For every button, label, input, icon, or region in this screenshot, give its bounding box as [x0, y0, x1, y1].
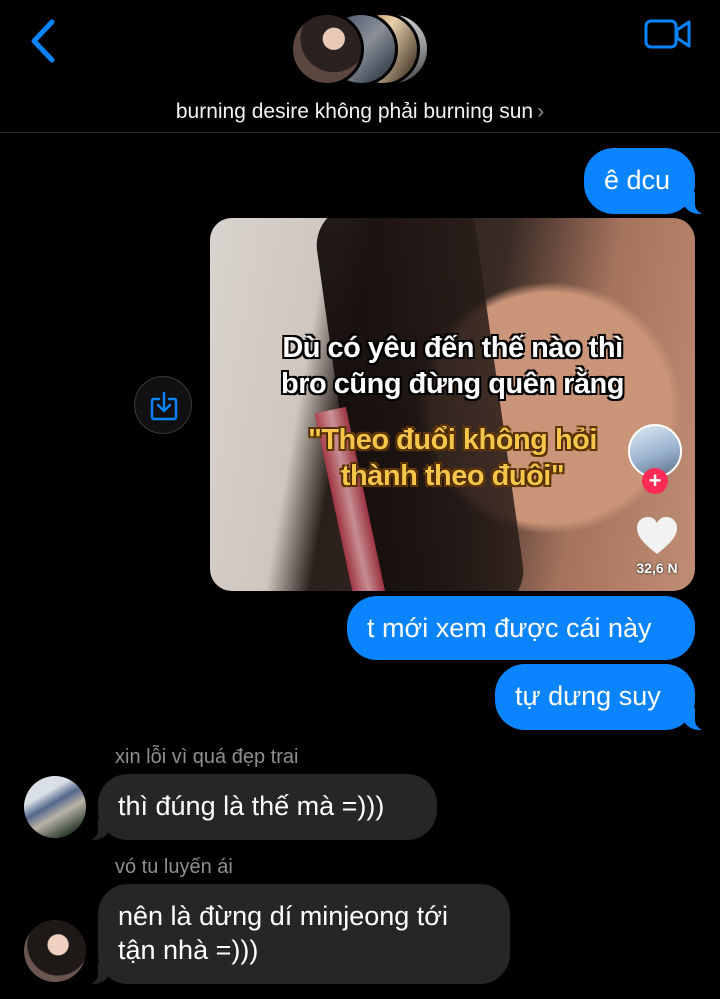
- group-avatars[interactable]: [290, 12, 430, 90]
- caption-line: thành theo đuôi": [340, 460, 565, 492]
- shared-video-preview[interactable]: Dù có yêu đến thế nào thì bro cũng đừng …: [210, 218, 695, 591]
- group-name-text: burning desire không phải burning sun: [175, 100, 534, 123]
- like-count: 32,6 N: [636, 560, 678, 576]
- group-member-avatar: [290, 12, 364, 86]
- message-text: thì đúng là thế mà =))): [118, 791, 385, 821]
- chevron-right-icon: ›: [537, 100, 545, 123]
- sender-name: vó tu luyến ái: [115, 856, 233, 878]
- heart-icon[interactable]: [635, 516, 679, 556]
- outgoing-message[interactable]: tự dưng suy: [495, 664, 707, 730]
- message-text: tự dưng suy: [515, 681, 661, 711]
- message-text-line: tận nhà =))): [118, 935, 259, 965]
- download-icon: [150, 391, 178, 421]
- group-name[interactable]: burning desire không phải burning sun ›: [0, 100, 720, 124]
- incoming-message[interactable]: nên là đừng dí minjeong tới tận nhà =))): [86, 884, 510, 984]
- video-caption-white: Dù có yêu đến thế nào thì bro cũng đừng …: [210, 330, 695, 402]
- sender-name: xin lỗi vì quá đẹp trai: [115, 746, 299, 768]
- caption-line: bro cũng đừng quên rằng: [281, 368, 624, 400]
- video-caption-yellow: "Theo đuổi không hỏi thành theo đuôi": [210, 422, 695, 494]
- sender-avatar[interactable]: [24, 920, 86, 982]
- message-text: t mới xem được cái này: [367, 613, 652, 643]
- video-call-icon[interactable]: [644, 16, 692, 52]
- chat-header: burning desire không phải burning sun ›: [0, 0, 720, 133]
- caption-line: Dù có yêu đến thế nào thì: [282, 332, 623, 364]
- message-text-line: nên là đừng dí minjeong tới: [118, 901, 448, 931]
- share-button[interactable]: [134, 376, 192, 434]
- incoming-message[interactable]: thì đúng là thế mà =))): [86, 774, 437, 840]
- caption-line: "Theo đuổi không hỏi: [308, 424, 597, 456]
- sender-avatar[interactable]: [24, 776, 86, 838]
- message-text: ê dcu: [604, 165, 671, 195]
- follow-plus-icon[interactable]: +: [642, 468, 668, 494]
- outgoing-message[interactable]: ê dcu: [584, 148, 707, 214]
- back-chevron-icon[interactable]: [26, 16, 60, 66]
- outgoing-message[interactable]: t mới xem được cái này: [347, 596, 695, 660]
